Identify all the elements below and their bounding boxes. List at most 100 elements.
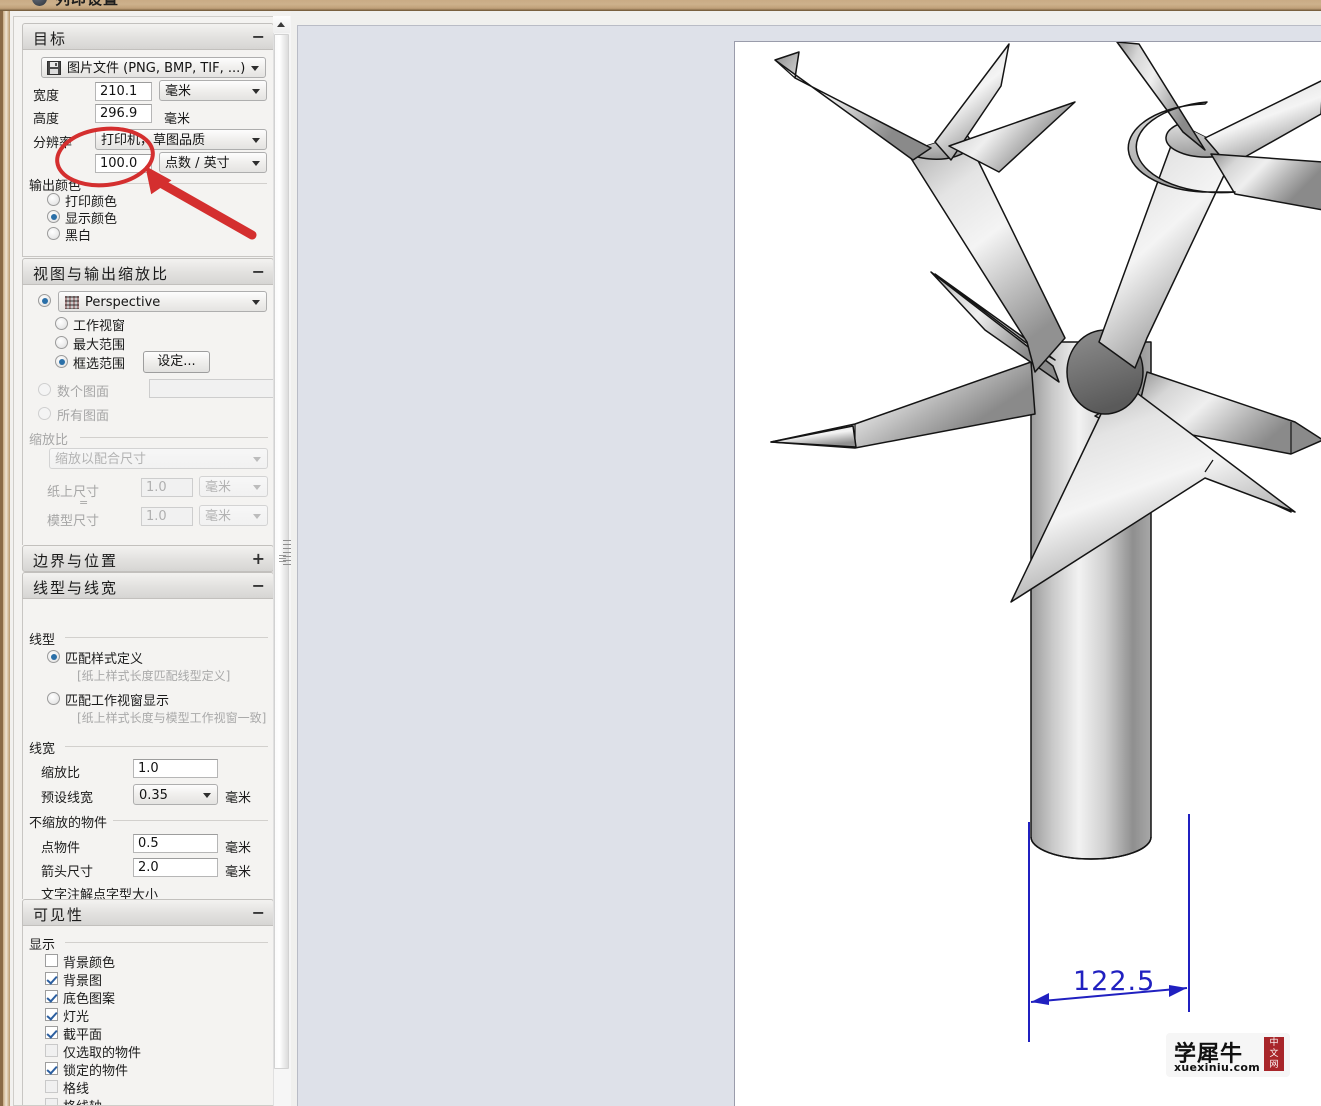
linewidth-scale-input[interactable]: 1.0 bbox=[133, 759, 218, 778]
group-visibility-collapse-icon[interactable]: − bbox=[252, 903, 265, 922]
group-view-scale-header[interactable]: 视图与输出缩放比 − bbox=[22, 258, 274, 285]
group-linetype-title: 线型与线宽 bbox=[33, 579, 119, 597]
resolution-value: 打印机，草图品质 bbox=[101, 133, 206, 148]
panel-splitter-grip[interactable] bbox=[283, 540, 291, 566]
paper-size-unit-value: 毫米 bbox=[205, 480, 232, 495]
width-input[interactable]: 210.1 bbox=[95, 82, 152, 101]
paper-size-label: 纸上尺寸 bbox=[47, 485, 100, 500]
point-object-unit: 毫米 bbox=[225, 841, 252, 856]
point-object-input[interactable]: 0.5 bbox=[133, 834, 218, 853]
set-extent-button[interactable]: 设定... bbox=[143, 351, 210, 373]
group-target: 目标 − 图片文件 (PNG, BMP, TIF, ...) 宽度 210.1 … bbox=[22, 23, 274, 257]
checkbox-clipping-plane-label: 截平面 bbox=[63, 1028, 103, 1043]
checkbox-grid-label: 格线 bbox=[63, 1082, 90, 1097]
linetype-divider bbox=[65, 637, 268, 638]
group-target-body: 图片文件 (PNG, BMP, TIF, ...) 宽度 210.1 毫米 高度… bbox=[22, 50, 274, 257]
dimension-value-text: 122.5 bbox=[1073, 966, 1156, 997]
model-size-unit-combo[interactable]: 毫米 bbox=[199, 505, 268, 526]
scroll-up-arrow-icon[interactable] bbox=[273, 16, 290, 33]
output-format-combo[interactable]: 图片文件 (PNG, BMP, TIF, ...) bbox=[41, 57, 266, 78]
width-unit-combo[interactable]: 毫米 bbox=[159, 80, 267, 101]
height-unit-label: 毫米 bbox=[164, 112, 191, 127]
height-input[interactable]: 296.9 bbox=[95, 104, 152, 123]
output-format-value: 图片文件 (PNG, BMP, TIF, ...) bbox=[67, 61, 246, 76]
viewport-combo[interactable]: Perspective bbox=[58, 291, 267, 312]
chevron-down-icon bbox=[253, 514, 261, 519]
group-linetype-header[interactable]: 线型与线宽 − bbox=[22, 572, 274, 599]
checkbox-grid-axes[interactable] bbox=[45, 1098, 58, 1105]
match-viewport-display-hint: [纸上样式长度与模型工作视窗一致] bbox=[77, 711, 267, 725]
linewidth-divider bbox=[65, 746, 268, 747]
scale-divider bbox=[80, 437, 268, 438]
default-linewidth-label: 预设线宽 bbox=[41, 791, 94, 806]
width-label: 宽度 bbox=[33, 89, 60, 104]
default-linewidth-combo[interactable]: 0.35 bbox=[133, 784, 218, 805]
window-title: 列印设置 bbox=[55, 0, 119, 9]
resolution-combo[interactable]: 打印机，草图品质 bbox=[95, 129, 267, 150]
linetype-section-label: 线型 bbox=[29, 633, 56, 648]
model-size-unit-value: 毫米 bbox=[205, 509, 232, 524]
height-label: 高度 bbox=[33, 112, 60, 127]
group-view-scale-collapse-icon[interactable]: − bbox=[252, 262, 265, 281]
chevron-down-icon bbox=[251, 66, 259, 71]
radio-window-extent[interactable] bbox=[55, 355, 68, 368]
checkbox-background-image-label: 背景图 bbox=[63, 974, 103, 989]
group-linetype-collapse-icon[interactable]: − bbox=[252, 576, 265, 595]
checkbox-background-color[interactable] bbox=[45, 954, 58, 967]
chevron-down-icon bbox=[252, 300, 260, 305]
checkbox-background-image[interactable] bbox=[45, 972, 58, 985]
radio-print-color[interactable] bbox=[47, 193, 60, 206]
unscaled-divider bbox=[113, 820, 268, 821]
checkbox-ground-pattern[interactable] bbox=[45, 990, 58, 1003]
radio-black-white[interactable] bbox=[47, 227, 60, 240]
options-panel-scroll-content: 目标 − 图片文件 (PNG, BMP, TIF, ...) 宽度 210.1 … bbox=[13, 16, 281, 1106]
checkbox-background-color-label: 背景颜色 bbox=[63, 956, 116, 971]
group-bounds-title: 边界与位置 bbox=[33, 552, 119, 570]
checkbox-locked-objects[interactable] bbox=[45, 1062, 58, 1075]
display-divider bbox=[65, 942, 268, 943]
model-size-label: 模型尺寸 bbox=[47, 514, 100, 529]
default-linewidth-unit: 毫米 bbox=[225, 791, 252, 806]
group-target-header[interactable]: 目标 − bbox=[22, 23, 274, 50]
radio-max-extent-label: 最大范围 bbox=[73, 338, 126, 353]
radio-match-viewport-display[interactable] bbox=[47, 692, 60, 705]
radio-several-layouts[interactable] bbox=[38, 383, 51, 396]
group-view-scale-body: Perspective 工作视窗 最大范围 框选范围 设定... 数个图面 所有… bbox=[22, 285, 281, 547]
viewport-combo-value: Perspective bbox=[85, 295, 161, 310]
chevron-down-icon bbox=[203, 793, 211, 798]
radio-viewport-source[interactable] bbox=[38, 294, 51, 307]
checkbox-lights[interactable] bbox=[45, 1008, 58, 1021]
radio-match-style-def[interactable] bbox=[47, 650, 60, 663]
linewidth-scale-label: 缩放比 bbox=[41, 766, 81, 781]
chevron-down-icon bbox=[253, 485, 261, 490]
checkbox-locked-objects-label: 锁定的物件 bbox=[63, 1064, 129, 1079]
dpi-input[interactable]: 100.0 bbox=[95, 154, 152, 173]
window-title-bar bbox=[0, 0, 1321, 11]
radio-all-layouts[interactable] bbox=[38, 407, 51, 420]
checkbox-grid[interactable] bbox=[45, 1080, 58, 1093]
group-target-collapse-icon[interactable]: − bbox=[252, 27, 265, 46]
radio-working-viewport[interactable] bbox=[55, 317, 68, 330]
group-visibility: 可见性 − 显示 背景颜色 背景图 底色图案 灯光 截平面 仅选取的物件 锁定的… bbox=[22, 899, 274, 1105]
group-bounds-expand-icon[interactable]: + bbox=[252, 549, 265, 568]
dpi-unit-combo[interactable]: 点数 / 英寸 bbox=[159, 152, 267, 173]
checkbox-selected-only[interactable] bbox=[45, 1044, 58, 1057]
arrow-size-unit: 毫米 bbox=[225, 865, 252, 880]
watermark-url-text: xuexiniu.com bbox=[1174, 1061, 1261, 1074]
radio-match-viewport-display-label: 匹配工作视窗显示 bbox=[65, 694, 170, 709]
checkbox-clipping-plane[interactable] bbox=[45, 1026, 58, 1039]
paper-size-unit-combo[interactable]: 毫米 bbox=[199, 476, 268, 497]
group-visibility-header[interactable]: 可见性 − bbox=[22, 899, 274, 926]
scale-mode-combo[interactable]: 缩放以配合尺寸 bbox=[49, 448, 268, 469]
group-bounds-header[interactable]: 边界与位置 + bbox=[22, 545, 274, 572]
radio-max-extent[interactable] bbox=[55, 336, 68, 349]
chevron-down-icon bbox=[252, 89, 260, 94]
layouts-input[interactable] bbox=[149, 379, 281, 398]
radio-display-color[interactable] bbox=[47, 210, 60, 223]
print-preview-viewport[interactable]: 学犀牛 xuexiniu.com 中文网 bbox=[297, 25, 1321, 1106]
save-icon bbox=[47, 61, 61, 75]
model-size-input[interactable]: 1.0 bbox=[141, 507, 193, 526]
paper-size-input[interactable]: 1.0 bbox=[141, 478, 193, 497]
options-panel: 目标 − 图片文件 (PNG, BMP, TIF, ...) 宽度 210.1 … bbox=[0, 11, 291, 1106]
arrow-size-input[interactable]: 2.0 bbox=[133, 858, 218, 877]
